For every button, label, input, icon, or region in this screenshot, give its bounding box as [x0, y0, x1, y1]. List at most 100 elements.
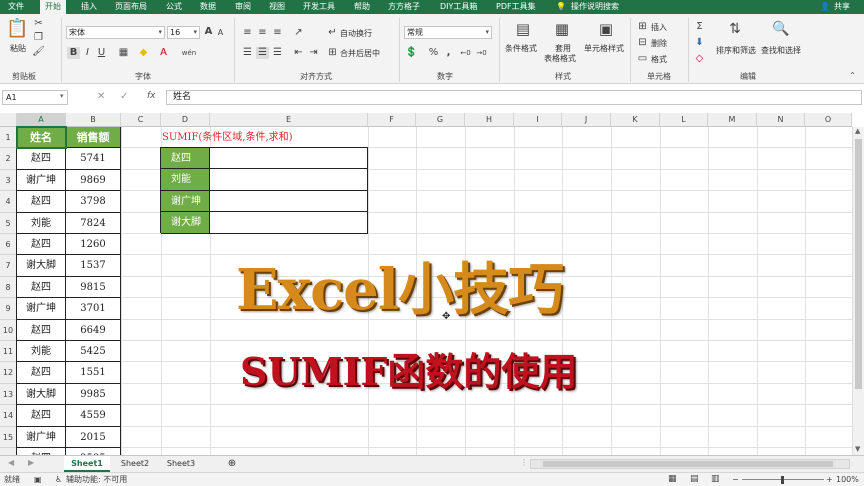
table-cell-sales[interactable]: 2015	[66, 426, 121, 448]
zoom-out-icon[interactable]: −	[732, 473, 739, 486]
table-cell-sales[interactable]: 1551	[66, 362, 121, 384]
formula-input[interactable]: 姓名	[166, 90, 862, 105]
font-name-combo[interactable]: 宋体 ▾	[66, 26, 165, 39]
comma-style-button[interactable]: ,	[442, 47, 455, 59]
paste-button[interactable]: 粘贴	[10, 44, 26, 54]
sort-filter-button[interactable]: 排序和筛选	[716, 46, 756, 56]
macro-record-icon[interactable]: ▣	[34, 473, 42, 486]
column-header-a[interactable]: A	[17, 113, 66, 127]
align-right-icon[interactable]: ☰	[271, 47, 284, 59]
share-button[interactable]: 共享	[834, 1, 850, 13]
wrap-text-button[interactable]: 自动换行	[340, 29, 372, 39]
scrollbar-thumb[interactable]	[855, 139, 862, 389]
row-header[interactable]: 2	[0, 148, 17, 170]
increase-indent-icon[interactable]: ⇥	[307, 47, 320, 59]
autosum-icon[interactable]: Σ	[693, 21, 706, 33]
cell-styles-button[interactable]: 单元格样式	[584, 44, 624, 54]
row-header[interactable]: 11	[0, 341, 17, 363]
table-cell-name[interactable]: 赵四	[17, 405, 66, 427]
format-cells-icon[interactable]: ▭	[636, 53, 649, 65]
align-top-icon[interactable]: ≡	[241, 27, 254, 39]
chevron-down-icon[interactable]: ▾	[60, 92, 64, 100]
table-cell-sales[interactable]: 9985	[66, 383, 121, 406]
column-header-b[interactable]: B	[66, 113, 121, 127]
column-header-l[interactable]: L	[660, 113, 708, 127]
insert-function-button[interactable]: fx	[147, 91, 156, 101]
table-cell-sales[interactable]: 5741	[66, 148, 121, 170]
table-cell-sales[interactable]: 1260	[66, 234, 121, 256]
menu-file[interactable]: 文件	[8, 1, 24, 13]
column-header-o[interactable]: O	[805, 113, 852, 127]
lookup-name-cell[interactable]: 赵四	[161, 148, 210, 170]
menu-pdf-tools[interactable]: PDF工具集	[496, 1, 536, 13]
tab-sheet2[interactable]: Sheet2	[112, 456, 158, 472]
lookup-result-cell[interactable]	[210, 169, 368, 191]
accessibility-icon[interactable]: ♿	[55, 473, 62, 486]
table-header-name[interactable]: 姓名	[17, 127, 66, 148]
table-cell-name[interactable]: 赵四	[17, 362, 66, 384]
normal-view-icon[interactable]: ▦	[668, 473, 677, 486]
font-color-icon[interactable]: A	[157, 47, 170, 59]
align-middle-icon[interactable]: ≡	[256, 27, 269, 39]
table-cell-sales[interactable]: 9815	[66, 276, 121, 299]
lookup-name-cell[interactable]: 谢大脚	[161, 212, 210, 234]
table-cell-sales[interactable]: 3798	[66, 191, 121, 213]
table-cell-name[interactable]: 赵四	[17, 319, 66, 341]
merge-center-button[interactable]: 合并后居中	[340, 49, 380, 59]
menu-help[interactable]: 帮助	[354, 1, 370, 13]
lookup-name-cell[interactable]: 刘能	[161, 169, 210, 191]
row-header[interactable]: 15	[0, 426, 17, 448]
horizontal-scrollbar-thumb[interactable]	[543, 461, 833, 467]
insert-cells-button[interactable]: 插入	[651, 23, 667, 33]
tell-me-search[interactable]: 操作说明搜索	[571, 1, 619, 13]
zoom-level[interactable]: 100%	[836, 473, 859, 486]
cell-styles-icon[interactable]: ▣	[597, 20, 615, 38]
menu-fangfang[interactable]: 方方格子	[388, 1, 420, 13]
table-header-sales[interactable]: 销售额	[66, 127, 121, 148]
wrap-text-icon[interactable]: ↵	[326, 27, 339, 39]
row-header[interactable]: 1	[0, 127, 17, 149]
table-cell-name[interactable]: 赵四	[17, 448, 66, 455]
column-header-d[interactable]: D	[161, 113, 210, 127]
accessibility-status[interactable]: 辅助功能: 不可用	[66, 473, 127, 486]
table-cell-sales[interactable]: 4559	[66, 405, 121, 427]
lookup-name-cell[interactable]: 谢广坤	[161, 190, 210, 213]
underline-button[interactable]: U	[95, 47, 108, 59]
copy-icon[interactable]: ❐	[32, 32, 45, 44]
table-cell-sales[interactable]: 6649	[66, 319, 121, 341]
format-as-table-label-2[interactable]: 表格格式	[544, 54, 576, 64]
column-header-i[interactable]: I	[514, 113, 562, 127]
clear-icon[interactable]: ◇	[693, 53, 706, 65]
phonetic-button[interactable]: wén	[180, 47, 198, 59]
worksheet-grid[interactable]: A B C D E F G H I J K L M N O 1234567891…	[0, 113, 864, 455]
fill-color-icon[interactable]: ◆	[137, 47, 150, 59]
menu-view[interactable]: 视图	[269, 1, 285, 13]
page-break-view-icon[interactable]: ▥	[711, 473, 720, 486]
name-box[interactable]: A1	[2, 90, 68, 105]
table-cell-name[interactable]: 谢广坤	[17, 169, 66, 192]
column-header-c[interactable]: C	[121, 113, 161, 127]
lookup-result-cell[interactable]	[210, 212, 368, 234]
vertical-scrollbar[interactable]: ▲ ▼	[852, 127, 864, 455]
table-cell-sales[interactable]: 5425	[66, 341, 121, 363]
borders-icon[interactable]: ▦	[117, 47, 130, 59]
italic-button[interactable]: I	[81, 47, 94, 59]
fill-icon[interactable]: ⬇	[693, 37, 706, 49]
shrink-font-button[interactable]: A	[214, 27, 227, 39]
find-select-icon[interactable]: 🔍	[772, 20, 790, 38]
decrease-decimal-icon[interactable]: →0	[475, 47, 488, 59]
align-center-icon[interactable]: ☰	[256, 47, 269, 59]
table-cell-name[interactable]: 谢广坤	[17, 426, 66, 448]
format-cells-button[interactable]: 格式	[651, 55, 667, 65]
tab-sheet3[interactable]: Sheet3	[158, 456, 204, 472]
collapse-ribbon-icon[interactable]: ⌃	[846, 70, 859, 82]
page-layout-view-icon[interactable]: ▤	[690, 473, 699, 486]
percent-button[interactable]: %	[427, 47, 440, 59]
zoom-slider-thumb[interactable]	[781, 476, 784, 484]
row-header[interactable]: 14	[0, 405, 17, 427]
row-header[interactable]: 3	[0, 169, 17, 192]
delete-cells-button[interactable]: 删除	[651, 39, 667, 49]
table-cell-name[interactable]: 刘能	[17, 212, 66, 234]
paste-icon[interactable]: 📋	[6, 18, 28, 40]
menu-formulas[interactable]: 公式	[166, 1, 182, 13]
